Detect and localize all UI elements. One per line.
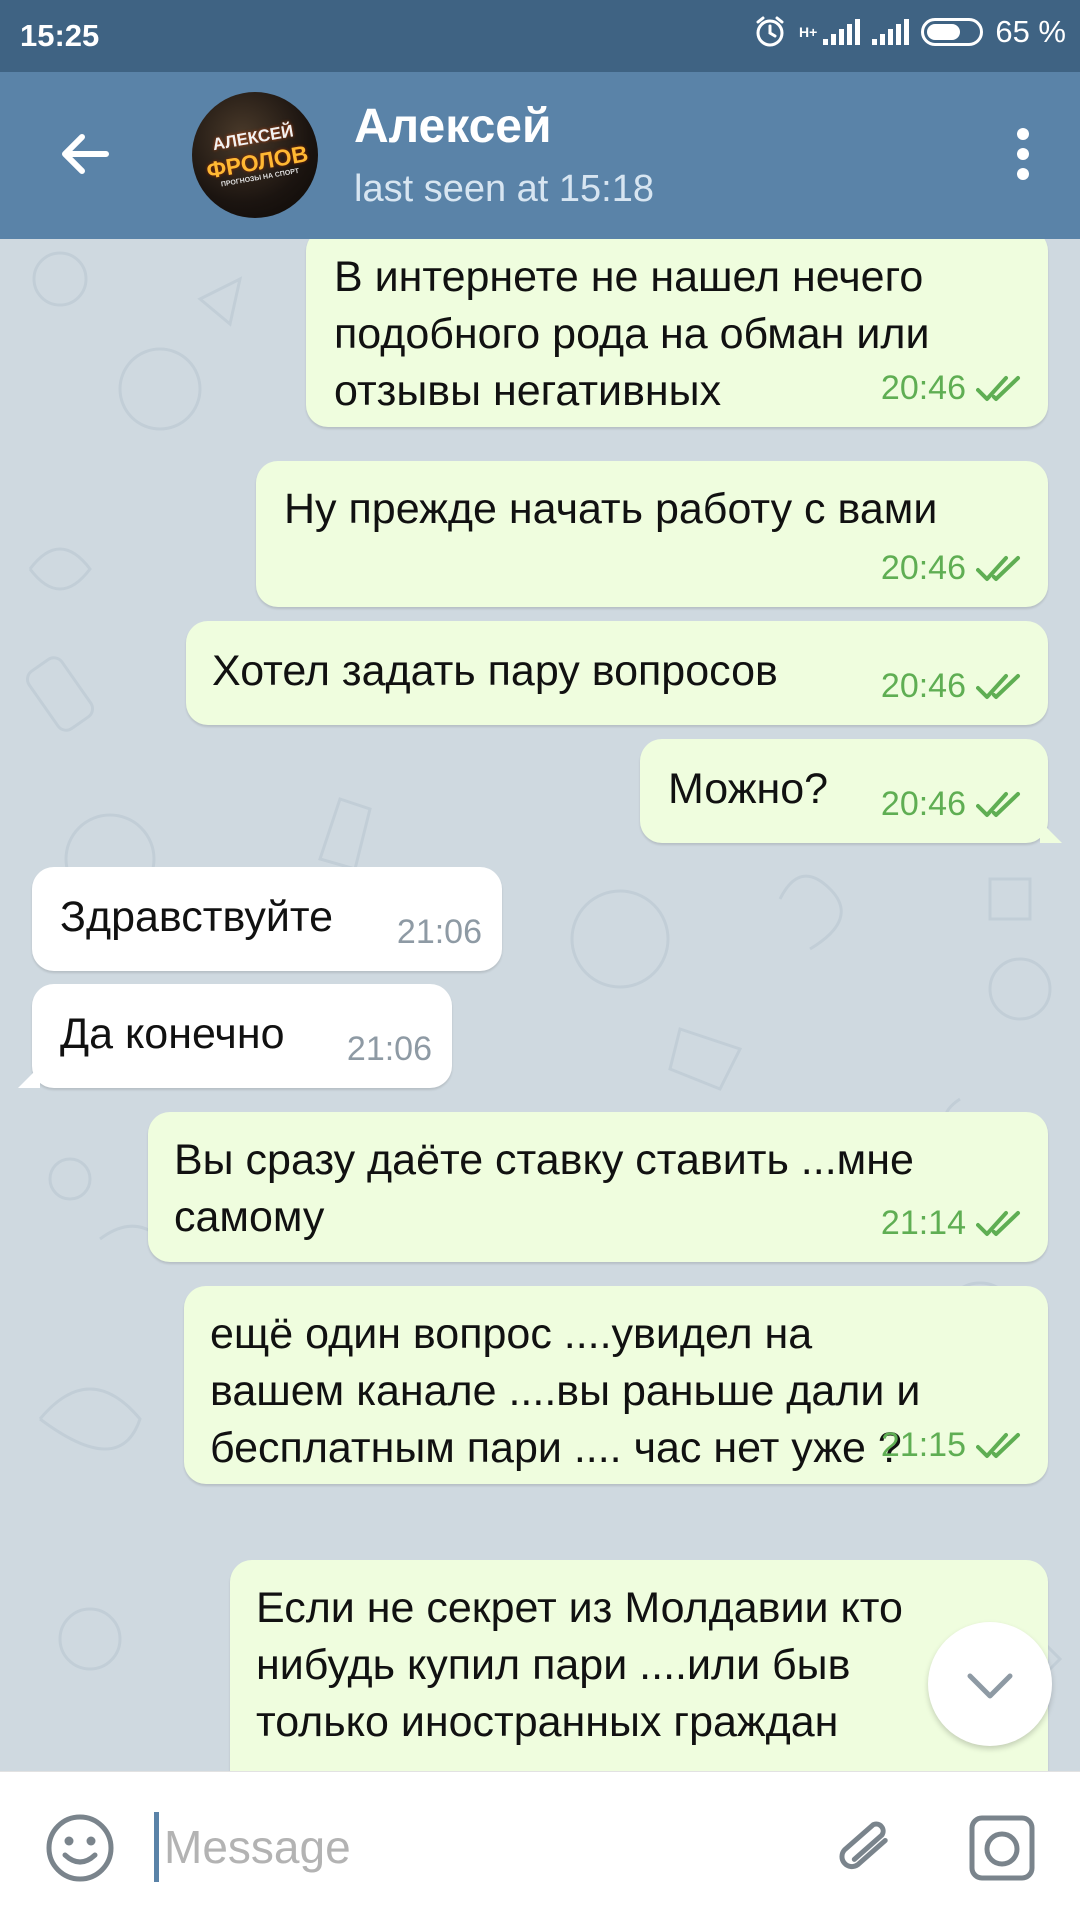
signal-icon-2 bbox=[872, 19, 910, 45]
message-meta: 20:46 bbox=[881, 776, 1028, 833]
alarm-icon bbox=[756, 16, 784, 47]
message-meta: 20:46 bbox=[881, 658, 1028, 715]
double-check-icon bbox=[976, 791, 1020, 817]
message-bubble-outgoing[interactable]: ещё один вопрос ....увидел на вашем кана… bbox=[184, 1286, 1048, 1484]
back-arrow-icon[interactable] bbox=[56, 124, 116, 184]
message-composer bbox=[0, 1771, 1080, 1920]
chevron-down-icon bbox=[967, 1673, 1013, 1699]
last-seen-status: last seen at 15:18 bbox=[354, 168, 654, 210]
battery-percent: 65 % bbox=[995, 14, 1066, 49]
message-bubble-outgoing[interactable]: Хотел задать пару вопросов 20:46 bbox=[186, 621, 1048, 725]
battery-fill bbox=[927, 24, 961, 40]
message-bubble-outgoing[interactable]: Вы сразу даёте ставку ставить ...мне сам… bbox=[148, 1112, 1048, 1262]
message-time: 20:46 bbox=[880, 667, 966, 705]
message-bubble-incoming[interactable]: Здравствуйте 21:06 bbox=[32, 867, 502, 971]
status-time: 15:25 bbox=[20, 18, 100, 53]
text-cursor bbox=[154, 1812, 159, 1882]
signal-icon bbox=[823, 19, 861, 45]
message-line: Ну прежде начать работу с вами bbox=[284, 485, 938, 533]
message-line: ещё один вопрос ....увидел на bbox=[210, 1310, 813, 1358]
camera-icon[interactable] bbox=[966, 1812, 1038, 1884]
smile-icon[interactable] bbox=[44, 1812, 116, 1884]
bubble-tail bbox=[1040, 821, 1062, 843]
scroll-down-button[interactable] bbox=[928, 1622, 1052, 1746]
message-time: 21:14 bbox=[880, 1204, 966, 1242]
double-check-icon bbox=[976, 1432, 1020, 1458]
status-bar: 15:25 H+ 65 % bbox=[0, 0, 1080, 72]
message-time: 20:46 bbox=[880, 369, 966, 407]
message-meta: 21:06 bbox=[347, 1021, 432, 1078]
status-icons: H+ 65 % bbox=[753, 14, 1066, 50]
message-text: Ну прежде начать работу с вами bbox=[284, 481, 1020, 538]
double-check-icon bbox=[976, 375, 1020, 401]
telegram-chat-screen: 15:25 H+ 65 % АЛЕКСЕЙ ФРОЛОВ ПРОГНОЗЫ НА… bbox=[0, 0, 1080, 1920]
message-line: только иностранных граждан bbox=[256, 1698, 839, 1746]
message-input[interactable] bbox=[162, 1806, 786, 1888]
avatar[interactable]: АЛЕКСЕЙ ФРОЛОВ ПРОГНОЗЫ НА СПОРТ bbox=[192, 92, 318, 218]
message-bubble-outgoing[interactable]: В интернете не нашел нечего подобного ро… bbox=[306, 239, 1048, 427]
message-line: вашем канале ....вы раньше дали и bbox=[210, 1367, 921, 1415]
avatar-logo: АЛЕКСЕЙ ФРОЛОВ ПРОГНОЗЫ НА СПОРТ bbox=[200, 117, 312, 192]
message-time: 21:06 bbox=[396, 913, 482, 951]
message-meta: 21:06 bbox=[397, 904, 482, 961]
double-check-icon bbox=[976, 555, 1020, 581]
chat-header: АЛЕКСЕЙ ФРОЛОВ ПРОГНОЗЫ НА СПОРТ Алексей… bbox=[0, 72, 1080, 239]
message-time: 21:06 bbox=[346, 1030, 432, 1068]
battery-icon bbox=[921, 18, 984, 46]
message-line: Если не секрет из Молдавии кто bbox=[256, 1584, 903, 1632]
message-meta: 21:15 bbox=[881, 1417, 1028, 1474]
message-meta: 21:14 bbox=[881, 1195, 1028, 1252]
message-bubble-outgoing[interactable]: Ну прежде начать работу с вами 20:46 bbox=[256, 461, 1048, 607]
double-check-icon bbox=[976, 673, 1020, 699]
more-vertical-icon[interactable] bbox=[1008, 128, 1038, 184]
message-line: В интернете не нашел нечего bbox=[334, 253, 924, 301]
message-bubble-incoming[interactable]: Да конечно 21:06 bbox=[18, 984, 452, 1088]
message-list[interactable]: В интернете не нашел нечего подобного ро… bbox=[0, 239, 1080, 1771]
message-bubble-outgoing[interactable]: Можно? 20:46 bbox=[640, 739, 1062, 843]
message-line: подобного рода на обман или bbox=[334, 310, 930, 358]
message-time: 21:15 bbox=[880, 1426, 966, 1464]
message-time: 20:46 bbox=[880, 549, 966, 587]
paperclip-icon[interactable] bbox=[832, 1808, 902, 1888]
message-meta: 20:46 bbox=[881, 540, 1028, 597]
message-text: Если не секрет из Молдавии кто нибудь ку… bbox=[256, 1580, 1020, 1751]
bubble-tail bbox=[18, 1066, 40, 1088]
double-check-icon bbox=[976, 1210, 1020, 1236]
message-time: 20:46 bbox=[880, 785, 966, 823]
network-type-label: H+ bbox=[799, 24, 818, 40]
message-line: нибудь купил пари ....или быв bbox=[256, 1641, 851, 1689]
contact-name[interactable]: Алексей bbox=[354, 99, 552, 154]
message-bubble-outgoing[interactable]: Если не секрет из Молдавии кто нибудь ку… bbox=[230, 1560, 1048, 1771]
message-line: Вы сразу даёте ставку ставить ...мне bbox=[174, 1136, 914, 1184]
message-meta: 20:46 bbox=[881, 360, 1028, 417]
